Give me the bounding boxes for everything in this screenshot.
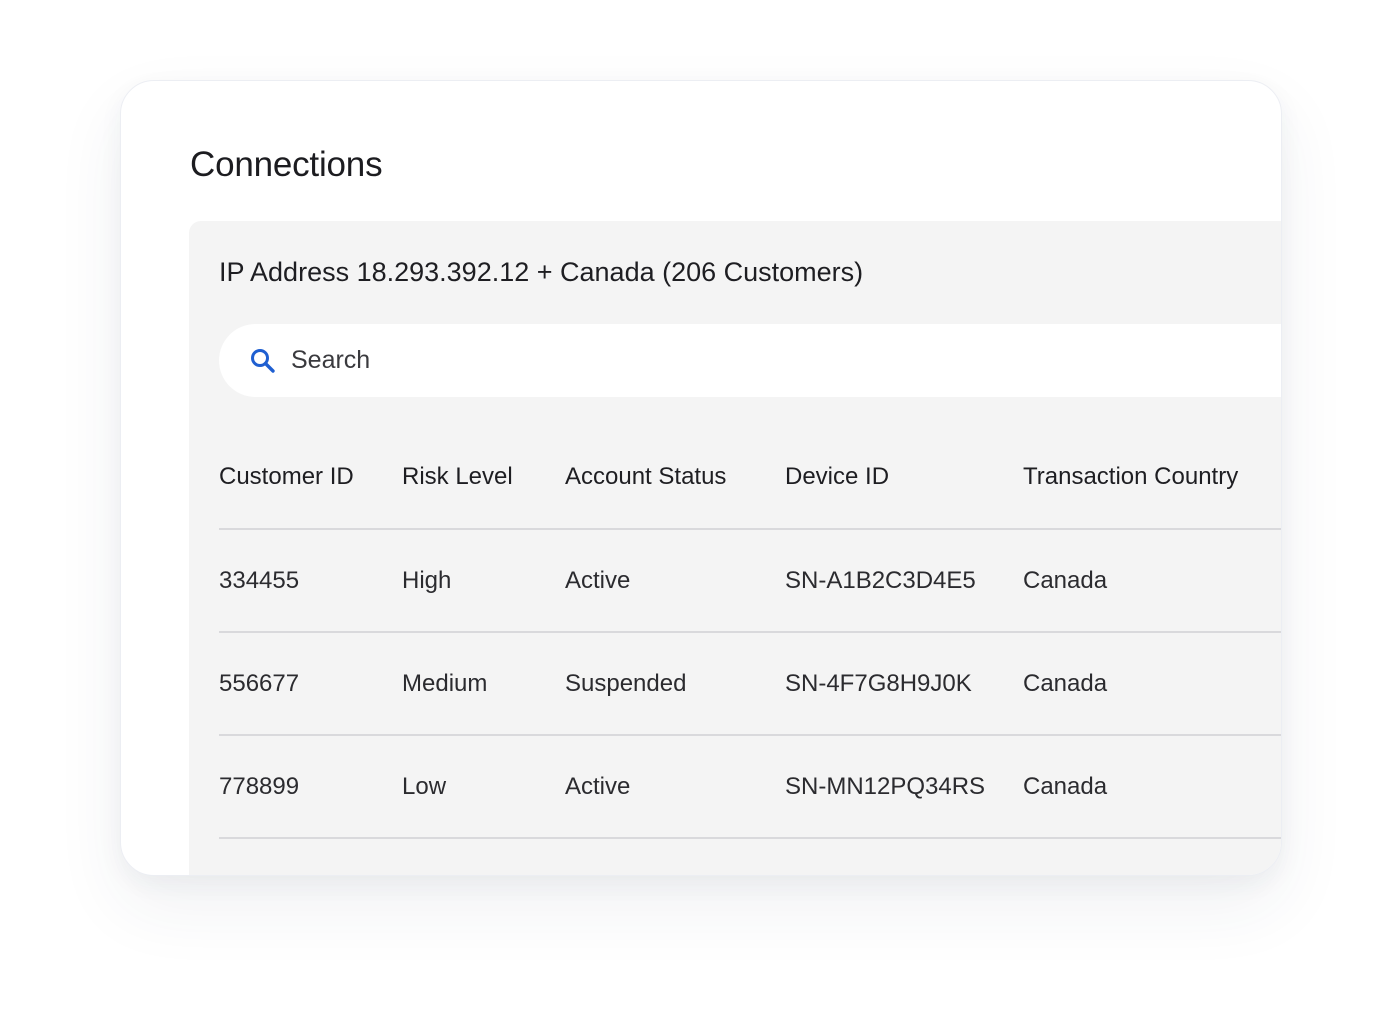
cell-transaction-country: Canada	[1023, 735, 1281, 839]
table-row[interactable]: 778899 Low Active SN-MN12PQ34RS Canada	[219, 735, 1281, 839]
table-row[interactable]: 334455 High Active SN-A1B2C3D4E5 Canada	[219, 529, 1281, 633]
column-header-customer-id[interactable]: Customer ID	[219, 425, 402, 530]
table-header-row: Customer ID Risk Level Account Status De…	[219, 425, 1281, 530]
connection-group-panel: IP Address 18.293.392.12 + Canada (206 C…	[189, 221, 1281, 875]
search-input[interactable]	[291, 340, 1191, 381]
screenshot-stage: Connections IP Address 18.293.392.12 + C…	[0, 0, 1400, 1034]
cell-device-id: SN-MN12PQ34RS	[785, 735, 1023, 839]
cell-risk-level: Medium	[402, 632, 565, 736]
cell-account-status: Suspended	[565, 632, 785, 736]
cell-device-id: SN-A1B2C3D4E5	[785, 529, 1023, 633]
column-header-account-status[interactable]: Account Status	[565, 425, 785, 530]
column-header-risk-level[interactable]: Risk Level	[402, 425, 565, 530]
column-header-transaction-country[interactable]: Transaction Country	[1023, 425, 1281, 530]
search-icon	[249, 347, 277, 375]
cell-risk-level: High	[402, 529, 565, 633]
cell-transaction-country: Canada	[1023, 529, 1281, 633]
connections-card: Connections IP Address 18.293.392.12 + C…	[120, 80, 1282, 876]
cell-account-status: Active	[565, 735, 785, 839]
cell-risk-level: Low	[402, 735, 565, 839]
cell-account-status: Active	[565, 529, 785, 633]
customers-table: Customer ID Risk Level Account Status De…	[219, 425, 1281, 839]
cell-device-id: SN-4F7G8H9J0K	[785, 632, 1023, 736]
page-title: Connections	[190, 145, 383, 184]
cell-customer-id: 556677	[219, 632, 402, 736]
column-header-device-id[interactable]: Device ID	[785, 425, 1023, 530]
table-row[interactable]: 556677 Medium Suspended SN-4F7G8H9J0K Ca…	[219, 632, 1281, 736]
cell-customer-id: 778899	[219, 735, 402, 839]
connection-group-title: IP Address 18.293.392.12 + Canada (206 C…	[219, 257, 864, 287]
search-bar[interactable]	[219, 324, 1281, 397]
cell-customer-id: 334455	[219, 529, 402, 633]
cell-transaction-country: Canada	[1023, 632, 1281, 736]
